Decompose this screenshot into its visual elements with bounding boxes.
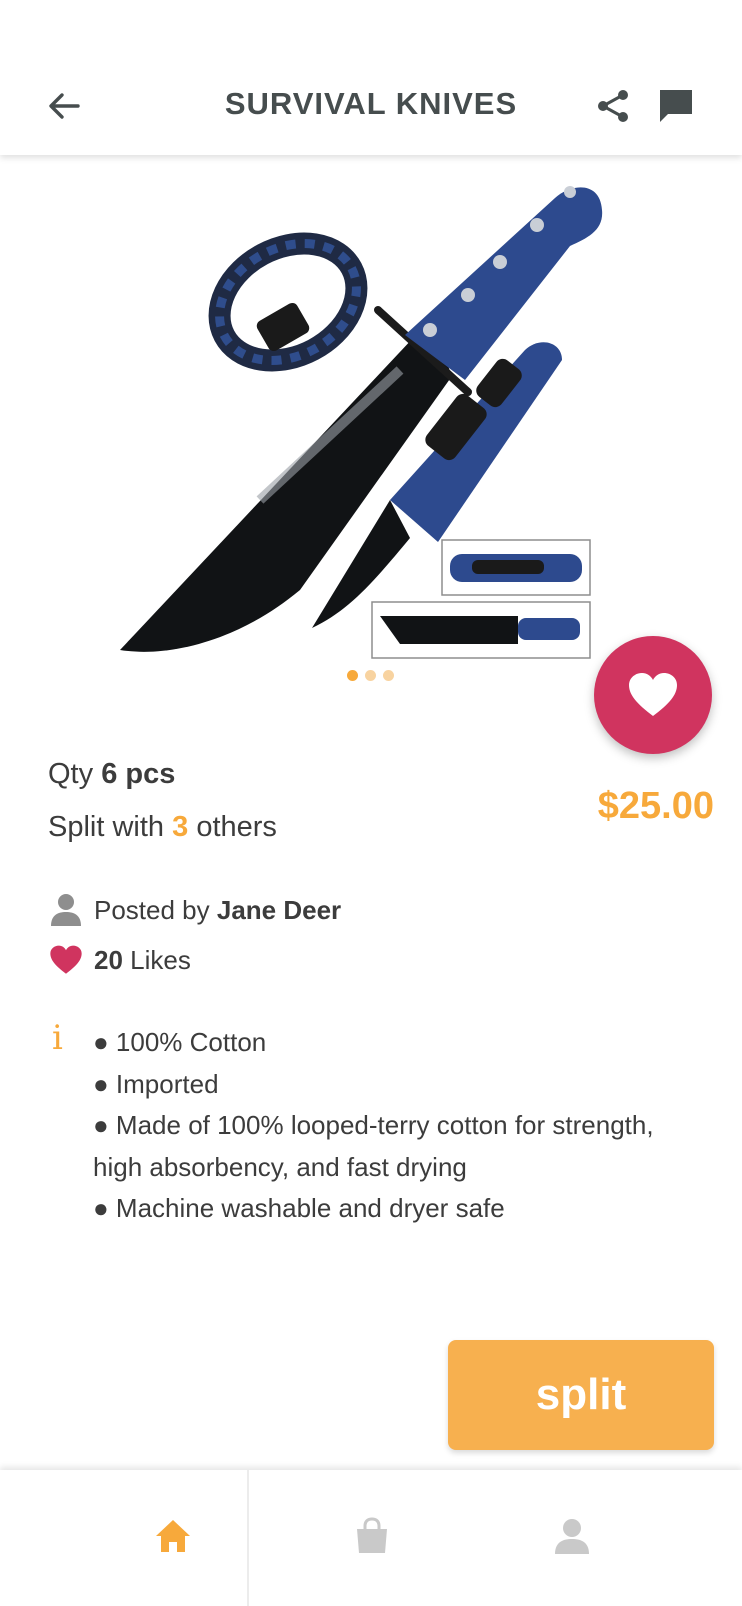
likes-row: 20 Likes — [48, 942, 191, 978]
feature-item: ● Made of 100% looped-terry cotton for s… — [93, 1110, 654, 1182]
share-icon — [598, 90, 628, 122]
nav-divider — [247, 1470, 249, 1606]
feature-item: ● 100% Cotton — [93, 1027, 267, 1057]
carousel-dot[interactable] — [365, 670, 376, 681]
likes-count: 20 — [94, 944, 123, 975]
nav-home[interactable] — [153, 1516, 193, 1556]
poster-name[interactable]: Jane Deer — [217, 895, 341, 925]
likes-text: 20 Likes — [94, 945, 191, 976]
carousel-indicator — [347, 670, 394, 681]
chat-icon — [660, 90, 692, 122]
posted-by-label: Posted by — [94, 894, 210, 925]
quantity-label: Qty — [48, 758, 94, 790]
bottom-nav — [0, 1470, 742, 1606]
product-photo — [120, 186, 603, 659]
split-count: 3 — [172, 811, 189, 843]
feature-item: ● Machine washable and dryer safe — [93, 1193, 505, 1223]
split-info: Split with 3 others — [48, 811, 277, 844]
favorite-button[interactable] — [594, 636, 712, 754]
feature-item: ● Imported — [93, 1068, 219, 1099]
info-icon: i — [52, 1018, 63, 1058]
person-icon — [48, 892, 84, 928]
likes-label: Likes — [130, 944, 191, 975]
app-header: SURVIVAL KNIVES — [0, 0, 742, 155]
person-icon — [555, 1519, 589, 1554]
posted-by-row: Posted by Jane Deer — [48, 892, 341, 928]
heart-icon — [629, 673, 677, 716]
share-button[interactable] — [594, 86, 634, 126]
nav-shop[interactable] — [352, 1516, 392, 1556]
quantity-value: 6 pcs — [101, 758, 176, 790]
home-icon — [156, 1520, 190, 1552]
nav-profile[interactable] — [552, 1516, 592, 1556]
carousel-dot[interactable] — [383, 670, 394, 681]
posted-by-text: Posted by Jane Deer — [94, 895, 341, 926]
chat-button[interactable] — [656, 86, 696, 126]
product-image[interactable] — [100, 170, 660, 695]
split-suffix: others — [196, 811, 277, 843]
heart-icon — [48, 942, 84, 978]
shopping-bag-icon — [357, 1517, 387, 1553]
split-button[interactable]: split — [448, 1340, 714, 1450]
feature-list: ● 100% Cotton ● Imported ● Made of 100% … — [93, 1022, 693, 1230]
split-label: Split with — [48, 811, 165, 843]
carousel-dot[interactable] — [347, 670, 358, 681]
quantity-info: Qty 6 pcs — [48, 758, 175, 791]
price: $25.00 — [597, 785, 714, 827]
